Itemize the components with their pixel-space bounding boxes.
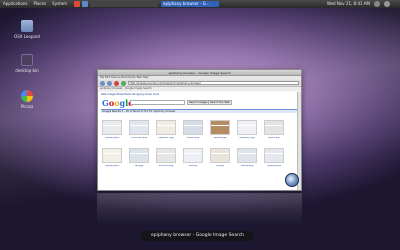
launcher-browser-icon[interactable] — [82, 1, 88, 7]
image-result-label[interactable]: web.png — [181, 165, 205, 167]
image-result-thumbnail[interactable] — [264, 120, 284, 135]
image-result-thumbnail[interactable] — [237, 148, 257, 163]
panel-clock[interactable]: Wed Nov 21, 8:41 AM — [327, 0, 370, 8]
image-result-label[interactable]: epiphany.png — [100, 137, 124, 139]
browser-window-thumbnail[interactable]: epiphany browser - Google Image Search F… — [97, 69, 302, 191]
google-logo[interactable]: Google — [102, 98, 133, 108]
back-icon[interactable] — [100, 80, 105, 86]
image-result-thumbnail[interactable] — [129, 120, 149, 135]
taskbar-item-epiphany[interactable]: epiphany browser - G... — [161, 1, 219, 7]
image-result-thumbnail[interactable] — [264, 148, 284, 163]
image-result-label[interactable]: epiphany.jpg — [208, 137, 232, 139]
menu-applications[interactable]: Applications — [0, 0, 30, 8]
image-result-thumbnail[interactable] — [102, 120, 122, 135]
image-result-label[interactable]: epiphany-1.jpg — [154, 137, 178, 139]
menu-system[interactable]: System — [49, 0, 70, 8]
image-result-label[interactable]: epiphany.png — [262, 165, 286, 167]
epiphany-icon — [285, 173, 299, 187]
reload-icon[interactable] — [121, 80, 126, 86]
page-content: Web Images Maps News Shopping Gmail more… — [98, 92, 301, 190]
image-result-label[interactable]: mockup.png — [235, 165, 259, 167]
image-result-label[interactable]: ephy.jpg — [127, 165, 151, 167]
image-result-thumbnail[interactable] — [102, 148, 122, 163]
window-reflection — [97, 193, 302, 225]
image-result-thumbnail[interactable] — [156, 120, 176, 135]
menu-places[interactable]: Places — [30, 0, 49, 8]
image-result-label[interactable]: browser.png — [181, 137, 205, 139]
taskbar-item[interactable] — [90, 1, 158, 7]
stop-icon[interactable] — [114, 80, 119, 86]
image-result-label[interactable]: screenshot.png — [127, 137, 151, 139]
image-result-thumbnail[interactable] — [183, 148, 203, 163]
image-result-thumbnail[interactable] — [183, 120, 203, 135]
desktop-icon-desktop-bin[interactable]: desktop bin — [12, 54, 42, 73]
desktop-icon-label: OSX Leopard — [14, 34, 40, 39]
image-result-thumbnail[interactable] — [237, 120, 257, 135]
desktop-icon-label: Picasa — [20, 104, 34, 109]
image-result-label[interactable]: epiphany.png — [100, 165, 124, 167]
search-images-button[interactable]: Search Images — [187, 100, 210, 105]
image-result-thumbnail[interactable] — [210, 148, 230, 163]
file-icon — [21, 54, 33, 66]
window-caption: epiphany browser - Google Image Search — [141, 231, 254, 241]
desktop-icon-picasa[interactable]: Picasa — [12, 90, 42, 109]
image-result-label[interactable]: gnome.png — [262, 137, 286, 139]
top-panel: Applications Places System epiphany brow… — [0, 0, 400, 8]
image-result-thumbnail[interactable] — [129, 148, 149, 163]
desktop-icon-osx-leopard[interactable]: OSX Leopard — [12, 20, 42, 39]
picasa-icon — [21, 90, 33, 102]
browser-toolbar: http://images.google.com/images?q=epipha… — [98, 80, 301, 87]
search-web-button[interactable]: Search the Web — [208, 100, 232, 105]
folder-icon — [21, 20, 33, 32]
results-bar: Images Results 1 - 20 of about 8,710 for… — [101, 109, 298, 113]
image-result-label[interactable]: browser-ff.png — [154, 165, 178, 167]
forward-icon[interactable] — [107, 80, 112, 86]
launcher-icon[interactable] — [74, 1, 80, 7]
power-icon[interactable] — [384, 1, 390, 7]
google-top-links[interactable]: Web Images Maps News Shopping Gmail more — [98, 92, 301, 97]
image-result-thumbnail[interactable] — [210, 120, 230, 135]
google-search-input[interactable] — [130, 100, 185, 105]
volume-icon[interactable] — [374, 1, 380, 7]
image-result-label[interactable]: epi.png — [208, 165, 232, 167]
address-bar[interactable]: http://images.google.com/images?q=epipha… — [128, 81, 299, 85]
image-result-label[interactable]: epiphany-2.jpg — [235, 137, 259, 139]
desktop-icon-label: desktop bin — [15, 68, 39, 73]
image-result-thumbnail[interactable] — [156, 148, 176, 163]
tab-google-image-search[interactable]: epiphany browser - Google Image Search — [98, 87, 301, 91]
